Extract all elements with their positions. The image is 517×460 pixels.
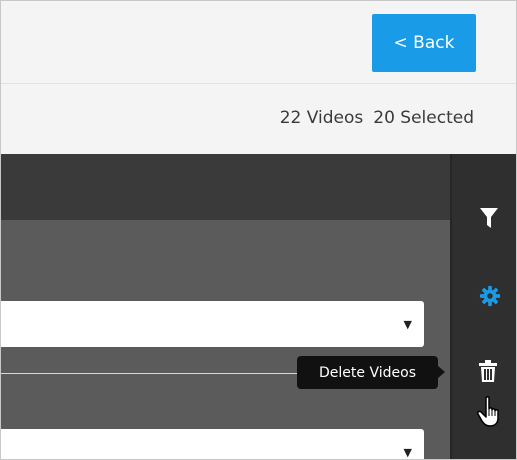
trash-icon[interactable] bbox=[479, 360, 497, 386]
top-bar: < Back bbox=[1, 1, 516, 84]
delete-videos-tooltip: Delete Videos bbox=[297, 356, 438, 389]
gear-icon[interactable] bbox=[479, 285, 501, 311]
panel-header bbox=[1, 154, 451, 220]
summary-bar: 22 Videos 20 Selected bbox=[1, 84, 516, 154]
back-button[interactable]: < Back bbox=[372, 14, 476, 72]
selected-count: 20 Selected bbox=[373, 108, 474, 128]
chevron-down-icon: ▼ bbox=[403, 318, 412, 331]
video-counts: 22 Videos 20 Selected bbox=[280, 108, 474, 128]
videos-count: 22 Videos bbox=[279, 108, 364, 128]
app-window: < Back 22 Videos 20 Selected ▼ ▼ Delete … bbox=[0, 0, 517, 460]
filter-icon[interactable] bbox=[479, 207, 499, 233]
dropdown-select-2[interactable]: ▼ bbox=[1, 429, 424, 459]
divider bbox=[1, 373, 301, 374]
hand-cursor-icon bbox=[477, 396, 505, 432]
tooltip-arrow bbox=[438, 366, 445, 378]
chevron-down-icon: ▼ bbox=[403, 446, 412, 459]
dropdown-select-1[interactable]: ▼ bbox=[1, 301, 424, 347]
